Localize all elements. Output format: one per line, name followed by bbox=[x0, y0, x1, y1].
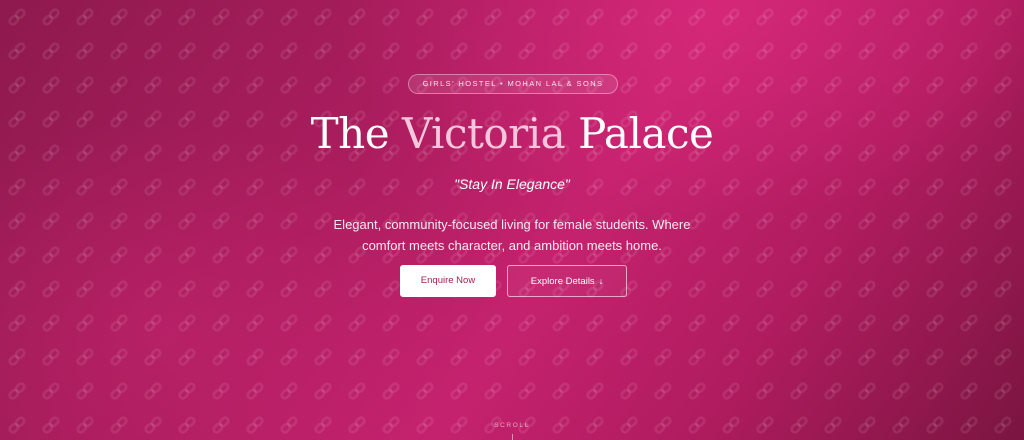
hostel-badge: GIRLS' HOSTEL • MOHAN LAL & SONS bbox=[408, 74, 618, 94]
explore-details-label: Explore Details bbox=[530, 276, 595, 287]
enquire-now-button[interactable]: Enquire Now bbox=[400, 265, 496, 297]
title-word-palace: Palace bbox=[578, 109, 714, 158]
arrow-down-icon: ↓ bbox=[598, 276, 604, 286]
hero-section: GIRLS' HOSTEL • MOHAN LAL & SONS The Vic… bbox=[0, 0, 1024, 440]
enquire-now-label: Enquire Now bbox=[420, 275, 476, 286]
title-word-the: The bbox=[310, 109, 390, 158]
explore-details-button[interactable]: Explore Details ↓ bbox=[507, 265, 627, 297]
title-accent-victoria: Victoria bbox=[401, 109, 566, 158]
hero-description: Elegant, community-focused living for fe… bbox=[333, 217, 691, 253]
page-title: The Victoria Palace bbox=[0, 106, 1024, 162]
scroll-indicator-line bbox=[512, 434, 513, 440]
scroll-indicator-label[interactable]: SCROLL bbox=[0, 421, 1024, 431]
tagline: "Stay In Elegance" bbox=[454, 176, 570, 192]
